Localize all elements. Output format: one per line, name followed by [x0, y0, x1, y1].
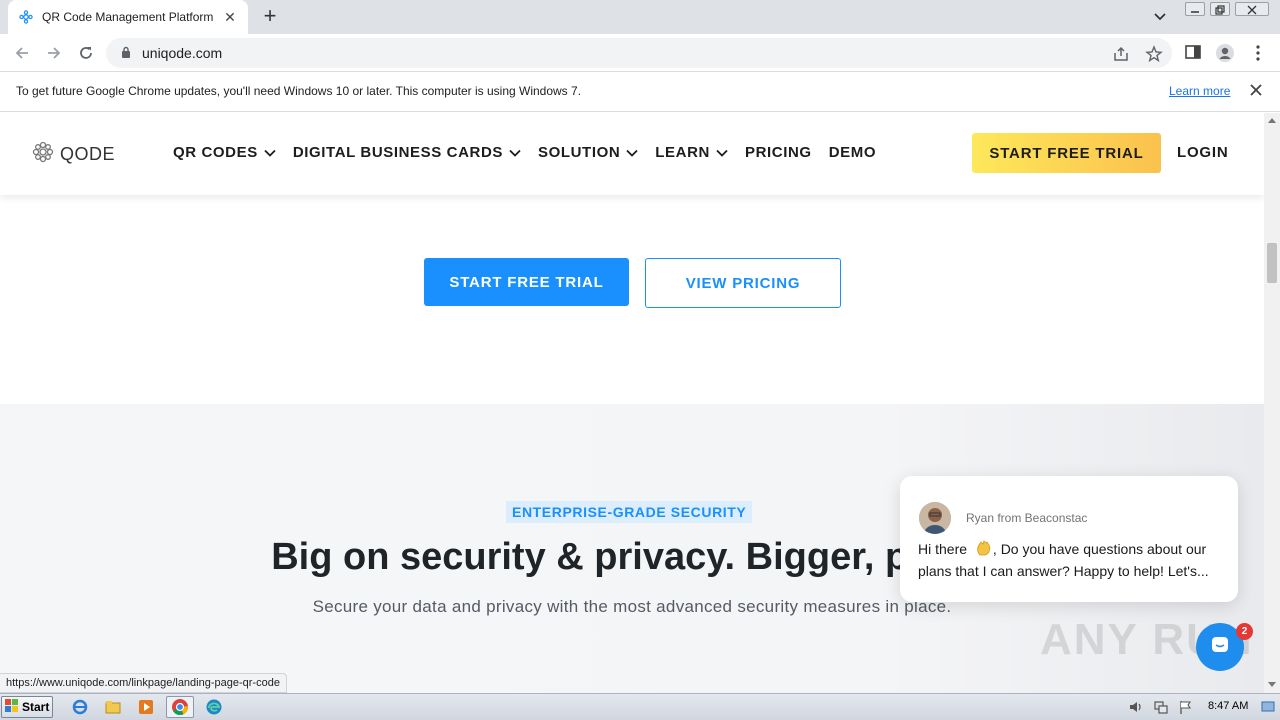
nav-label: DEMO [828, 144, 877, 161]
share-icon[interactable] [1112, 45, 1130, 63]
network-icon[interactable] [1153, 699, 1169, 715]
nav-solution[interactable]: SOLUTION [538, 144, 638, 161]
lock-icon[interactable] [121, 46, 131, 64]
site-logo[interactable]: QODE [32, 141, 115, 168]
main-nav: QR CODES DIGITAL BUSINESS CARDS SOLUTION… [173, 144, 893, 161]
tab-close-icon[interactable]: ✕ [222, 9, 238, 26]
nav-label: PRICING [744, 144, 812, 161]
browser-tab[interactable]: QR Code Management Platform for m ✕ [8, 0, 248, 34]
chevron-down-icon [626, 144, 638, 161]
reload-icon[interactable] [74, 41, 98, 65]
new-tab-icon[interactable]: + [258, 5, 282, 29]
page-scrollbar[interactable] [1264, 113, 1280, 693]
media-player-icon[interactable] [132, 696, 160, 718]
chat-bubble-icon [1209, 634, 1231, 661]
qode-logo-icon [32, 141, 54, 168]
forward-arrow-icon[interactable] [42, 41, 66, 65]
chevron-down-icon [509, 144, 521, 161]
nav-pricing[interactable]: PRICING [745, 144, 812, 161]
taskbar-clock[interactable]: 8:47 AM [1208, 700, 1248, 712]
chevron-down-icon [264, 144, 276, 161]
edge-icon[interactable] [200, 696, 228, 718]
start-label: Start [22, 700, 50, 714]
chrome-update-infobar: To get future Google Chrome updates, you… [0, 72, 1280, 112]
logo-text: QODE [60, 144, 116, 164]
internet-explorer-icon[interactable] [66, 696, 94, 718]
scroll-thumb[interactable] [1267, 243, 1277, 283]
chevron-down-icon [716, 144, 728, 161]
page-viewport: QODE QR CODES DIGITAL BUSINESS CARDS SOL… [0, 113, 1264, 693]
bookmark-star-icon[interactable] [1145, 45, 1163, 63]
chat-popup[interactable]: Ryan from Beaconstac Hi there , Do you h… [900, 476, 1238, 602]
site-header: QODE QR CODES DIGITAL BUSINESS CARDS SOL… [0, 113, 1264, 195]
nav-learn[interactable]: LEARN [655, 144, 728, 161]
link-status-bubble: https://www.uniqode.com/linkpage/landing… [0, 673, 287, 693]
browser-tabstrip: QR Code Management Platform for m ✕ + [0, 0, 1280, 34]
windows-taskbar: Start 8:47 AM [0, 693, 1280, 720]
tab-search-chevron-icon[interactable] [1150, 8, 1170, 26]
nav-label: SOLUTION [537, 144, 621, 161]
chat-sender-name: Ryan from Beaconstac [966, 511, 1088, 525]
address-bar[interactable]: uniqode.com [106, 38, 1172, 68]
avatar [919, 502, 951, 534]
infobar-close-icon[interactable] [1248, 82, 1264, 98]
waving-hand-icon [975, 540, 993, 556]
profile-avatar-icon[interactable] [1215, 43, 1235, 63]
url-text: uniqode.com [142, 45, 223, 61]
action-center-flag-icon[interactable] [1178, 699, 1194, 715]
hero-start-free-trial-button[interactable]: START FREE TRIAL [424, 258, 629, 306]
view-pricing-button[interactable]: VIEW PRICING [645, 258, 841, 308]
side-panel-icon[interactable] [1184, 43, 1204, 63]
scroll-down-arrow-icon[interactable] [1268, 682, 1276, 687]
infobar-message: To get future Google Chrome updates, you… [16, 84, 582, 98]
minimize-window-icon[interactable] [1185, 2, 1205, 16]
chrome-taskbar-icon[interactable] [166, 696, 194, 718]
back-arrow-icon[interactable] [10, 41, 34, 65]
learn-more-link[interactable]: Learn more [1169, 84, 1230, 98]
nav-qr-codes[interactable]: QR CODES [173, 144, 276, 161]
chat-unread-badge: 2 [1236, 623, 1253, 640]
scroll-up-arrow-icon[interactable] [1268, 118, 1276, 123]
close-window-icon[interactable] [1235, 2, 1269, 16]
show-desktop-icon[interactable] [1260, 699, 1276, 715]
chat-message: Hi there , Do you have questions about o… [918, 538, 1218, 582]
nav-demo[interactable]: DEMO [829, 144, 876, 161]
restore-window-icon[interactable] [1210, 2, 1230, 16]
browser-toolbar: uniqode.com [0, 34, 1280, 72]
nav-label: DIGITAL BUSINESS CARDS [292, 144, 503, 161]
volume-icon[interactable] [1128, 699, 1144, 715]
chrome-menu-icon[interactable] [1251, 43, 1271, 63]
nav-label: LEARN [655, 144, 710, 161]
header-start-free-trial-button[interactable]: START FREE TRIAL [972, 133, 1161, 173]
tab-title: QR Code Management Platform for m [42, 10, 214, 24]
chat-message-greeting: Hi there [918, 541, 968, 557]
login-link[interactable]: LOGIN [1177, 144, 1229, 161]
windows-logo-icon [5, 698, 19, 716]
nav-label: QR CODES [173, 144, 258, 161]
start-button[interactable]: Start [1, 696, 53, 718]
security-badge: ENTERPRISE-GRADE SECURITY [506, 501, 753, 523]
nav-digital-business-cards[interactable]: DIGITAL BUSINESS CARDS [293, 144, 521, 161]
file-explorer-icon[interactable] [99, 696, 127, 718]
qode-favicon-icon [18, 9, 34, 25]
